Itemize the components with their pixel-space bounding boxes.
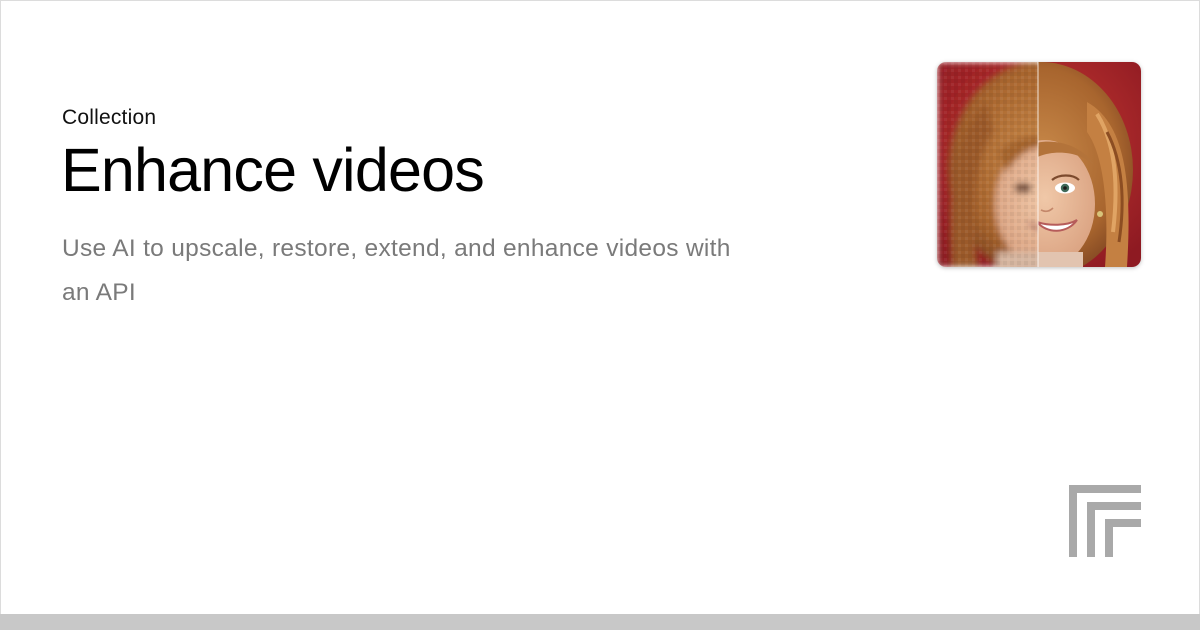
collection-card: Collection Enhance videos Use AI to upsc… xyxy=(0,0,1200,614)
page-title: Enhance videos xyxy=(61,136,485,204)
replicate-logo-icon xyxy=(1069,485,1141,557)
before-after-face-image xyxy=(937,62,1141,267)
bottom-bar xyxy=(0,614,1200,630)
collection-description: Use AI to upscale, restore, extend, and … xyxy=(62,235,731,306)
collection-label: Collection xyxy=(62,106,157,129)
